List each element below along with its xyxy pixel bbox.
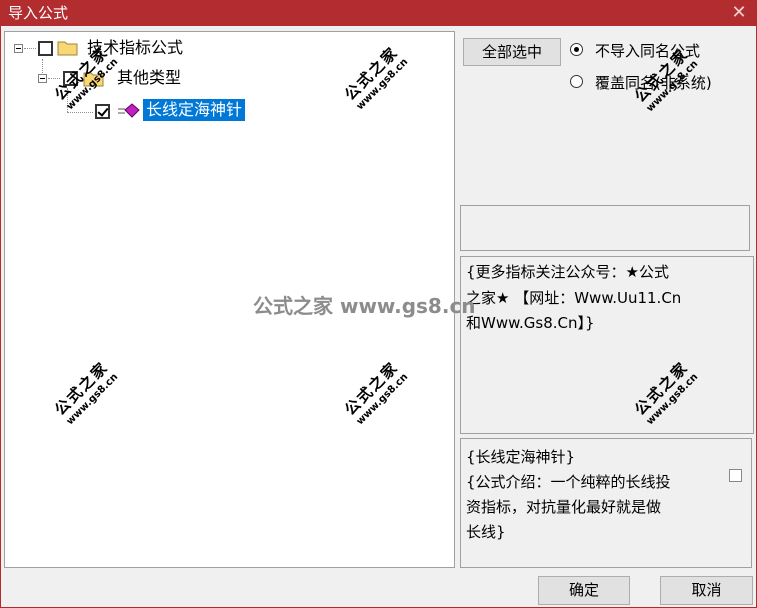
info-line: 之家★ 【网址：Www.Uu11.Cn [466, 289, 682, 307]
tree-root-label[interactable]: 技术指标公式 [87, 37, 183, 59]
desc-line: 长线} [466, 523, 506, 541]
info-line: 和Www.Gs8.Cn】} [466, 314, 595, 332]
desc-line: {长线定海神针} [466, 448, 576, 466]
tree-connector [48, 78, 60, 79]
desc-line: {公式介绍：一个纯粹的长线投 [466, 473, 671, 491]
collapse-child-icon[interactable] [38, 74, 47, 83]
info-box: {更多指标关注公众号：★公式 之家★ 【网址：Www.Uu11.Cn 和Www.… [460, 256, 754, 434]
radio-no-import-label[interactable]: 不导入同名公式 [595, 42, 700, 60]
formula-icon [118, 103, 140, 118]
select-all-button[interactable]: 全部选中 [463, 38, 561, 66]
collapse-root-icon[interactable] [14, 44, 23, 53]
tree-child-label[interactable]: 其他类型 [117, 67, 181, 89]
folder-icon [57, 41, 78, 56]
cancel-button[interactable]: 取消 [660, 576, 753, 605]
ok-button[interactable]: 确定 [538, 576, 630, 605]
empty-field [460, 205, 750, 251]
folder-icon [83, 72, 104, 87]
info-line: {更多指标关注公众号：★公式 [466, 263, 669, 281]
dialog-title: 导入公式 [8, 4, 69, 22]
child-checkbox[interactable] [63, 71, 78, 86]
import-formula-dialog: 导入公式 ✕ 技术指标公式 其他类型 长线定海神针 全部选中 不导入同名公式 覆… [0, 0, 757, 608]
leaf-checkbox[interactable] [95, 104, 110, 119]
root-checkbox[interactable] [38, 41, 53, 56]
desc-checkbox[interactable] [729, 469, 742, 482]
tree-connector [67, 88, 68, 112]
radio-overwrite[interactable] [570, 75, 583, 88]
description-box: {长线定海神针} {公式介绍：一个纯粹的长线投 资指标，对抗量化最好就是做 长线… [460, 438, 752, 568]
close-icon[interactable]: ✕ [726, 2, 752, 24]
radio-overwrite-label[interactable]: 覆盖同名(非系统) [595, 74, 712, 92]
title-bar[interactable]: 导入公式 ✕ [1, 1, 756, 26]
tree-connector [24, 48, 36, 49]
tree-connector [42, 59, 43, 73]
tree-leaf-label[interactable]: 长线定海神针 [143, 99, 246, 121]
desc-line: 资指标，对抗量化最好就是做 [466, 498, 662, 516]
tree-connector [67, 112, 93, 113]
radio-no-import[interactable] [570, 43, 583, 56]
center-watermark: 公式之家 www.gs8.cn [253, 294, 476, 318]
